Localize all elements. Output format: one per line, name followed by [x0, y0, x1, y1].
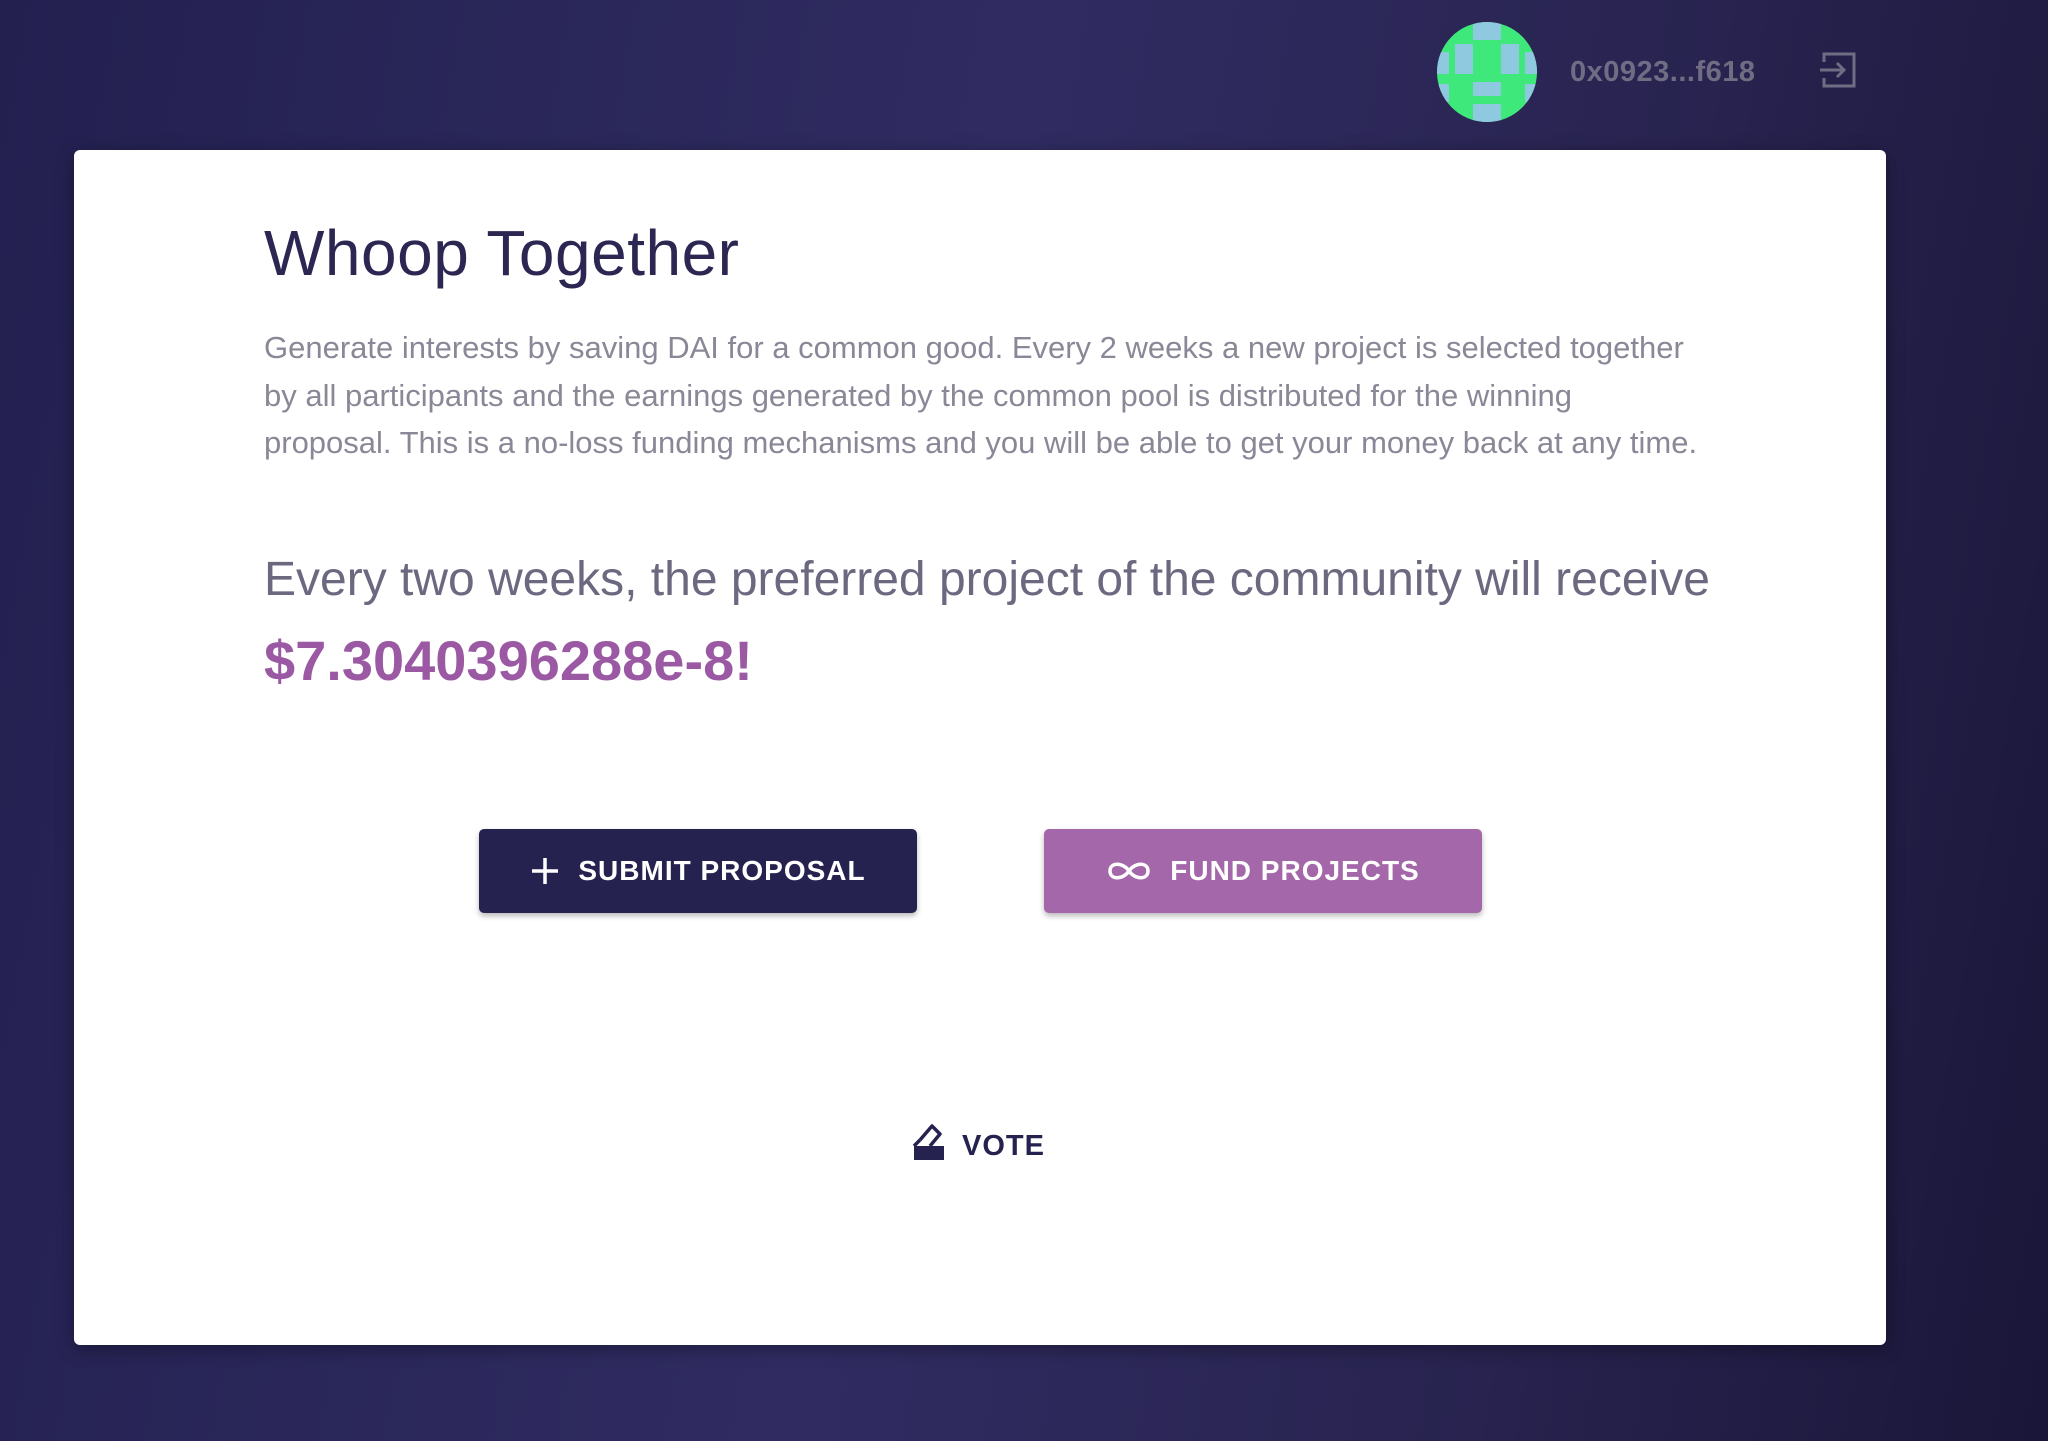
reward-amount: $7.3040396288e-8!: [264, 629, 753, 692]
infinity-icon: [1106, 858, 1152, 884]
top-bar: 0x0923...f618: [0, 0, 2048, 148]
fund-projects-button[interactable]: FUND PROJECTS: [1044, 829, 1482, 913]
logout-icon[interactable]: [1818, 50, 1858, 90]
reward-lead-text: Every two weeks, the preferred project o…: [264, 553, 1710, 606]
ballot-box-icon: [912, 1122, 946, 1170]
description-text: Generate interests by saving DAI for a c…: [264, 330, 1698, 460]
wallet-address: 0x0923...f618: [1570, 56, 1756, 88]
plus-icon: [530, 856, 560, 886]
submit-proposal-label: SUBMIT PROPOSAL: [578, 855, 866, 886]
vote-label: VOTE: [962, 1129, 1045, 1162]
main-card: Whoop Together Generate interests by sav…: [74, 150, 1886, 1345]
fund-projects-label: FUND PROJECTS: [1170, 855, 1420, 886]
page-title: Whoop Together: [264, 217, 740, 289]
identicon-avatar[interactable]: [1437, 22, 1537, 122]
submit-proposal-button[interactable]: SUBMIT PROPOSAL: [479, 829, 917, 913]
vote-button[interactable]: VOTE: [912, 1120, 1045, 1172]
